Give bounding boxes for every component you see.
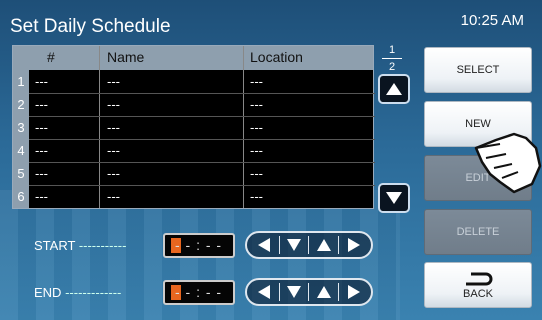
row-index: 3 <box>13 116 29 139</box>
start-up-button[interactable] <box>312 234 336 256</box>
scroll-down-button[interactable] <box>378 183 410 213</box>
page-title: Set Daily Schedule <box>10 16 171 37</box>
start-left-button[interactable] <box>252 234 276 256</box>
row-name: --- <box>107 166 120 181</box>
back-label: BACK <box>463 287 493 300</box>
row-location: --- <box>250 74 263 89</box>
select-button[interactable]: SELECT <box>424 47 532 93</box>
triangle-up-icon <box>386 83 402 95</box>
triangle-down-icon <box>287 239 302 251</box>
table-row[interactable]: 1 --- --- --- <box>13 70 373 93</box>
table-row[interactable]: 2 --- --- --- <box>13 93 373 116</box>
start-label-row: START ----------- <box>34 238 126 253</box>
row-number: --- <box>35 143 48 158</box>
separator <box>308 236 310 254</box>
row-location: --- <box>250 97 263 112</box>
row-index: 5 <box>13 162 29 185</box>
page-indicator: 1 2 <box>382 44 402 73</box>
end-arrow-keys <box>245 278 373 306</box>
row-location: --- <box>250 166 263 181</box>
row-name: --- <box>107 97 120 112</box>
column-header-location: Location <box>250 49 303 65</box>
row-location: --- <box>250 143 263 158</box>
table-row[interactable]: 3 --- --- --- <box>13 116 373 139</box>
end-label: END <box>34 285 62 300</box>
row-index: 4 <box>13 139 29 162</box>
row-number: --- <box>35 166 48 181</box>
triangle-up-icon <box>316 239 331 251</box>
end-time-field[interactable]: - - : - - <box>163 280 235 305</box>
end-right-button[interactable] <box>342 281 366 303</box>
start-label: START <box>34 238 76 253</box>
start-time-field[interactable]: - - : - - <box>163 233 235 258</box>
edit-button[interactable]: EDIT <box>424 155 532 201</box>
page-divider <box>382 58 402 59</box>
end-left-button[interactable] <box>252 281 276 303</box>
end-label-row: END ------------- <box>34 285 121 300</box>
table-row[interactable]: 5 --- --- --- <box>13 162 373 185</box>
column-header-name: Name <box>107 49 145 65</box>
triangle-left-icon <box>258 285 271 299</box>
row-number: --- <box>35 74 48 89</box>
back-button[interactable]: BACK <box>424 262 532 308</box>
separator <box>278 283 280 301</box>
row-location: --- <box>250 189 263 204</box>
row-index: 2 <box>13 93 29 116</box>
schedule-table: # Name Location 1 --- --- --- 2 --- --- … <box>12 45 375 209</box>
triangle-right-icon <box>347 238 360 252</box>
row-number: --- <box>35 120 48 135</box>
total-pages: 2 <box>388 61 396 73</box>
separator <box>308 283 310 301</box>
triangle-right-icon <box>347 285 360 299</box>
row-name: --- <box>107 189 120 204</box>
screen: Set Daily Schedule 10:25 AM # Name Locat… <box>0 0 542 320</box>
row-index: 6 <box>13 185 29 208</box>
triangle-up-icon <box>316 286 331 298</box>
separator <box>338 283 340 301</box>
row-name: --- <box>107 143 120 158</box>
return-arrow-icon <box>466 272 493 285</box>
end-time-value: - - : - - <box>175 284 223 300</box>
triangle-down-icon <box>386 192 402 204</box>
row-name: --- <box>107 74 120 89</box>
triangle-left-icon <box>258 238 271 252</box>
current-page: 1 <box>388 44 396 56</box>
row-number: --- <box>35 189 48 204</box>
row-index: 1 <box>13 70 29 93</box>
table-row[interactable]: 6 --- --- --- <box>13 185 373 208</box>
end-down-button[interactable] <box>282 281 306 303</box>
delete-button[interactable]: DELETE <box>424 209 532 255</box>
end-up-button[interactable] <box>312 281 336 303</box>
end-leader: ------------- <box>65 285 122 300</box>
start-arrow-keys <box>245 231 373 259</box>
row-name: --- <box>107 120 120 135</box>
new-button[interactable]: NEW <box>424 101 532 147</box>
separator <box>278 236 280 254</box>
start-down-button[interactable] <box>282 234 306 256</box>
table-row[interactable]: 4 --- --- --- <box>13 139 373 162</box>
row-number: --- <box>35 97 48 112</box>
column-header-number: # <box>47 49 55 65</box>
start-leader: ----------- <box>78 238 127 253</box>
triangle-down-icon <box>287 286 302 298</box>
separator <box>338 236 340 254</box>
row-location: --- <box>250 120 263 135</box>
start-time-value: - - : - - <box>175 237 223 253</box>
start-right-button[interactable] <box>342 234 366 256</box>
scroll-up-button[interactable] <box>378 74 410 104</box>
clock: 10:25 AM <box>460 12 524 29</box>
table-header: # Name Location <box>13 46 373 70</box>
